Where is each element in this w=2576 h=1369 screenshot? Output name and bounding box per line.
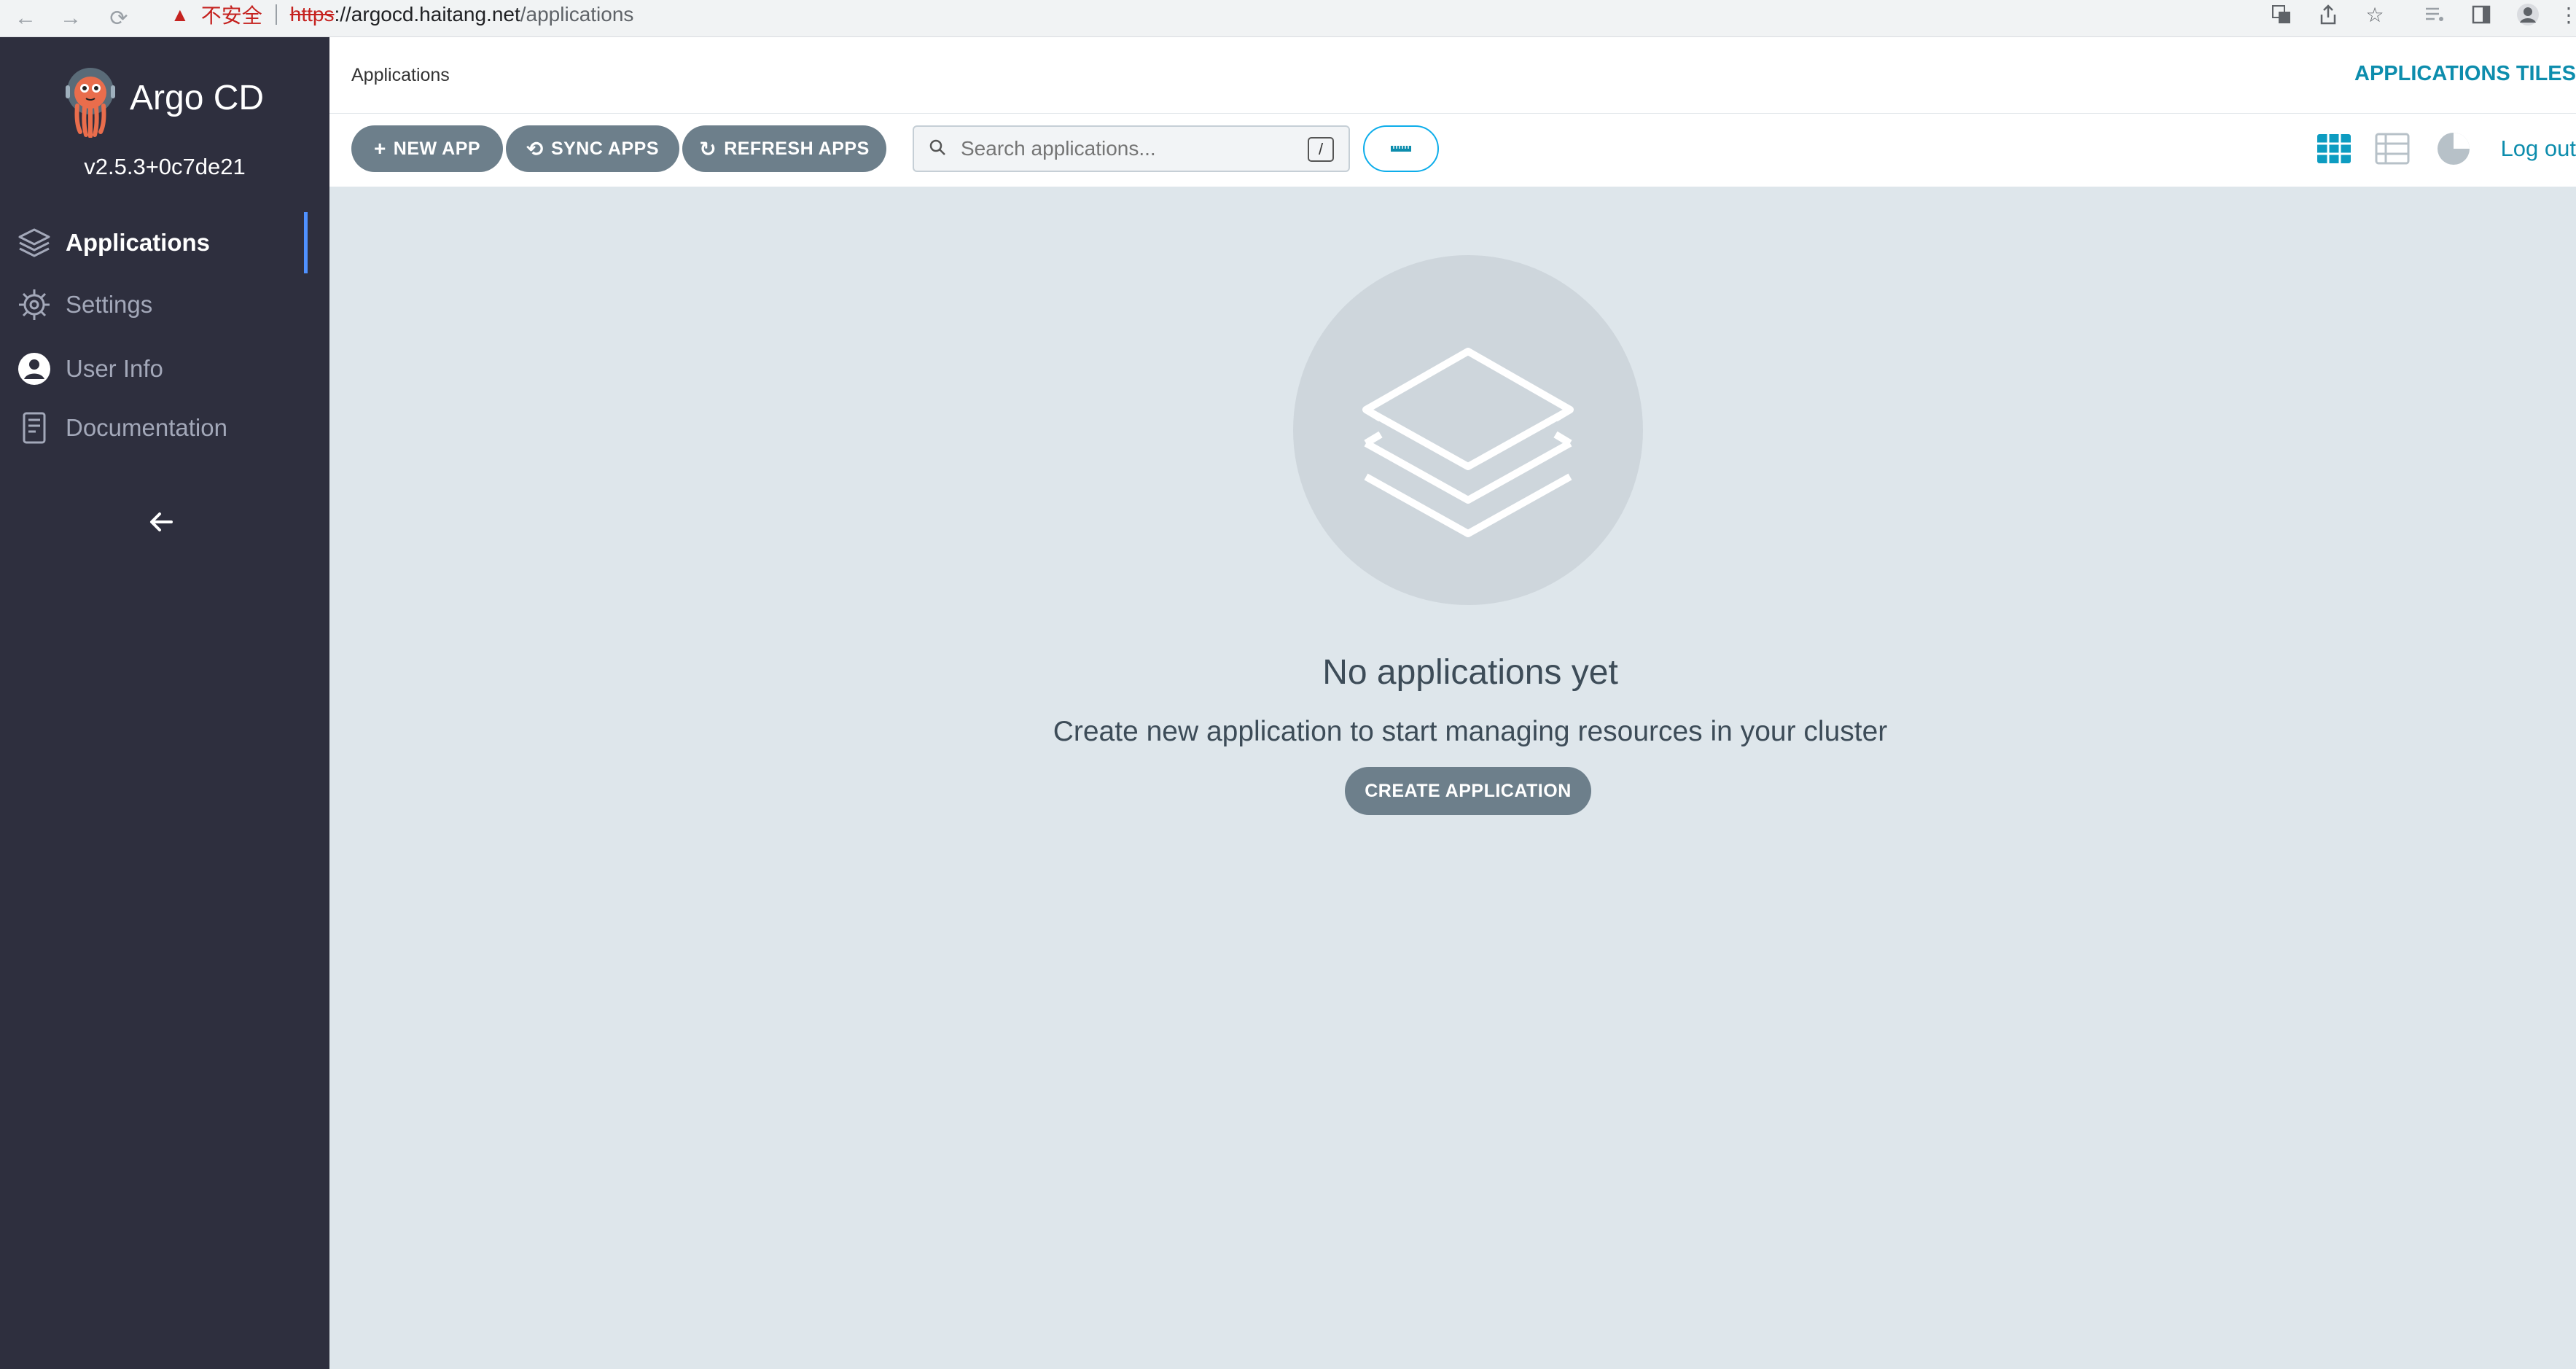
search-box: / [913, 125, 1350, 172]
argo-logo-icon [61, 65, 120, 139]
browser-menu-icon[interactable]: ⋮ [2554, 0, 2576, 29]
browser-toolbar: ← → ⟳ ▲ 不安全 https://argocd.haitang.net/a… [0, 0, 2576, 37]
sync-apps-button[interactable]: ⟲ SYNC APPS [506, 125, 679, 172]
insecure-label: 不安全 [200, 4, 262, 27]
sidebar-item-documentation[interactable]: Documentation [0, 402, 329, 454]
browser-reload-icon[interactable]: ⟳ [102, 1, 136, 35]
arrow-left-icon [150, 512, 173, 531]
empty-state-title: No applications yet [1322, 653, 1618, 692]
document-icon [16, 411, 52, 445]
warning-icon: ▲ [171, 3, 190, 26]
refresh-apps-label: REFRESH APPS [724, 138, 870, 159]
empty-state-subtitle: Create new application to start managing… [1053, 716, 1888, 747]
translate-icon[interactable] [2267, 0, 2296, 29]
browser-back-icon[interactable]: ← [9, 1, 42, 35]
plus-icon: + [373, 137, 386, 160]
layers-icon [1362, 348, 1574, 537]
profile-avatar-icon[interactable] [2513, 0, 2542, 29]
sidebar-item-settings[interactable]: Settings [0, 278, 329, 331]
browser-forward-icon[interactable]: → [54, 1, 87, 35]
top-header: Applications APPLICATIONS TILES [329, 37, 2576, 114]
search-shortcut-key: / [1308, 137, 1334, 162]
sidebar-item-label: User Info [66, 355, 163, 382]
version-label: v2.5.3+0c7de21 [84, 154, 246, 179]
sidebar-item-label: Applications [66, 229, 211, 256]
sidebar-item-label: Settings [66, 291, 153, 318]
sidebar-item-label: Documentation [66, 414, 227, 441]
new-app-label: NEW APP [393, 138, 481, 159]
reading-list-icon[interactable] [2420, 0, 2449, 29]
sync-apps-label: SYNC APPS [550, 138, 660, 159]
page-title: APPLICATIONS TILES [2354, 62, 2576, 85]
url-host: ://argocd.haitang.net [334, 3, 520, 26]
sidebar: Argo CD v2.5.3+0c7de21 Applications Sett… [0, 37, 329, 1369]
new-app-button[interactable]: + NEW APP [351, 125, 503, 172]
address-divider [275, 4, 277, 25]
breadcrumb[interactable]: Applications [351, 65, 450, 86]
tiles-view-icon[interactable] [2312, 127, 2356, 171]
sidebar-item-applications[interactable]: Applications [0, 217, 329, 269]
search-input[interactable] [959, 136, 1297, 161]
logout-link[interactable]: Log out [2501, 136, 2576, 162]
collapse-sidebar-button[interactable] [143, 504, 179, 540]
empty-state-illustration [1293, 255, 1643, 605]
gear-icon [16, 288, 52, 321]
list-view-icon[interactable] [2370, 127, 2414, 171]
search-icon [929, 139, 946, 160]
refresh-apps-button[interactable]: ↻ REFRESH APPS [682, 125, 886, 172]
brand-name: Argo CD [130, 79, 265, 117]
filter-icon [1391, 146, 1411, 152]
filter-toggle-button[interactable] [1363, 125, 1439, 172]
applications-toolbar: + NEW APP ⟲ SYNC APPS ↻ REFRESH APPS / L… [329, 114, 2576, 187]
user-circle-icon [16, 351, 52, 386]
url-scheme: https [289, 3, 335, 26]
side-panel-icon[interactable] [2467, 0, 2496, 29]
bookmark-star-icon[interactable]: ☆ [2360, 0, 2389, 29]
sync-icon: ⟲ [526, 137, 544, 160]
url-path: /applications [520, 3, 634, 26]
share-icon[interactable] [2314, 0, 2343, 29]
layers-icon [16, 225, 52, 260]
create-application-button[interactable]: CREATE APPLICATION [1345, 767, 1591, 815]
summary-view-icon[interactable] [2432, 127, 2475, 171]
sidebar-item-user-info[interactable]: User Info [0, 343, 329, 395]
refresh-icon: ↻ [699, 137, 717, 160]
address-bar[interactable]: ▲ 不安全 https://argocd.haitang.net/applica… [150, 0, 2293, 29]
